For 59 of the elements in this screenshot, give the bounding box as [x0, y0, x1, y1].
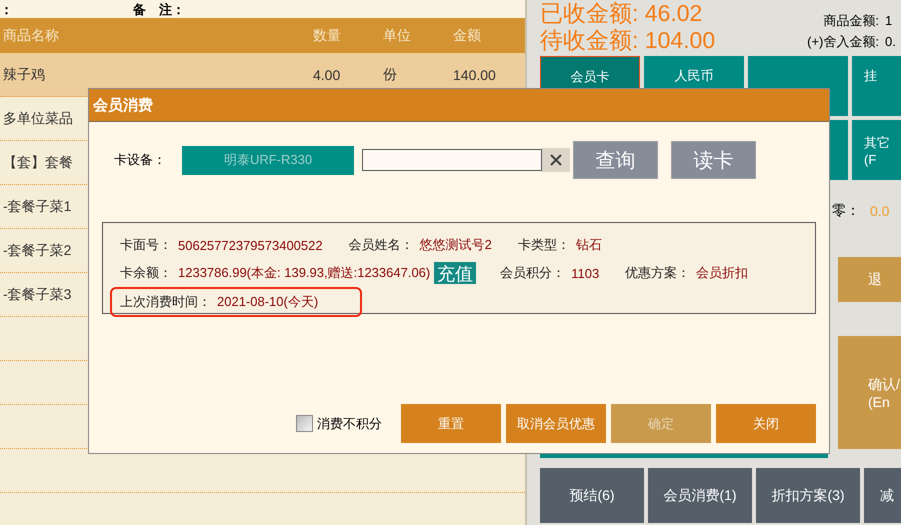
search-button[interactable]: 查询: [573, 141, 658, 179]
table-cell-text: 4.00: [313, 66, 342, 82]
field-value: 悠悠测试号2: [420, 236, 492, 254]
pending-amount: 待收金额: 104.00: [540, 27, 716, 54]
column-header: 单位: [383, 26, 412, 44]
function-button[interactable]: 预结(6): [540, 468, 644, 523]
action-button[interactable]: 确认/ (En: [838, 336, 901, 449]
close-icon: [549, 153, 563, 167]
column-header: 数量: [313, 26, 342, 44]
input-field[interactable]: [362, 149, 542, 171]
dialog-button[interactable]: 重置: [401, 404, 501, 443]
clear-button[interactable]: [542, 148, 570, 172]
read-card-button[interactable]: 读卡: [671, 141, 756, 179]
field-label: 会员积分：: [500, 264, 566, 282]
table-cell: -套餐子菜2: [3, 242, 72, 258]
field-value: 0.0: [870, 203, 890, 219]
table-cell: 【套】套餐: [3, 154, 73, 170]
field-label: ：: [0, 2, 13, 18]
received-amount: 已收金额: 46.02: [540, 0, 704, 27]
table-cell: -套餐子菜1: [3, 198, 72, 214]
field-value: 会员折扣: [696, 264, 748, 282]
field-label: 卡设备：: [114, 151, 167, 169]
field-value: 钻石: [576, 236, 602, 254]
table-cell-text: 份: [383, 66, 398, 84]
dialog-title: 会员消费: [89, 89, 829, 122]
payment-button[interactable]: 挂: [852, 56, 901, 116]
function-button[interactable]: 会员消费(1): [648, 468, 752, 523]
table-cell: -套餐子菜3: [3, 286, 72, 302]
field-label: 零：: [832, 202, 860, 220]
action-button[interactable]: 退: [838, 257, 901, 302]
field-label: 备 注：: [133, 2, 185, 18]
field-label: 卡余额：: [120, 264, 172, 282]
field-value: 1233786.99(本金: 139.93,赠送:1233647.06): [178, 264, 430, 282]
field-label: (+)舍入金额:: [807, 33, 879, 51]
field-value: 0.: [885, 33, 897, 51]
function-button[interactable]: 减: [864, 468, 901, 523]
field-label: 卡类型：: [518, 236, 570, 254]
field-label: 卡面号：: [120, 236, 172, 254]
table-cell-text: 140.00: [453, 66, 497, 82]
column-header: 商品名称: [2, 26, 60, 44]
function-button[interactable]: 折扣方案(3): [756, 468, 860, 523]
device-field[interactable]: 明泰URF-R330: [182, 146, 354, 174]
field-value: 50625772379573400522: [178, 238, 323, 252]
field-label: 优惠方案：: [625, 264, 690, 282]
recharge-button[interactable]: 充值: [434, 262, 476, 284]
dialog-button[interactable]: 关闭: [716, 404, 816, 443]
table-cell: 辣子鸡: [3, 66, 45, 82]
field-value: 1103: [571, 266, 600, 280]
dialog-button[interactable]: 取消会员优惠: [506, 404, 606, 443]
payment-button[interactable]: 其它 (F: [852, 120, 901, 180]
column-header: 金额: [453, 26, 482, 44]
field-label: 商品金额:: [823, 12, 879, 30]
field-label: 会员姓名：: [348, 236, 414, 254]
field-value: 1: [885, 12, 894, 30]
checkbox[interactable]: [296, 415, 313, 432]
field-label: 上次消费时间：: [120, 293, 211, 311]
table-cell: 多单位菜品: [3, 110, 73, 126]
checkbox-label: 消费不积分: [317, 414, 382, 432]
field-value: 2021-08-10(今天): [217, 293, 318, 311]
